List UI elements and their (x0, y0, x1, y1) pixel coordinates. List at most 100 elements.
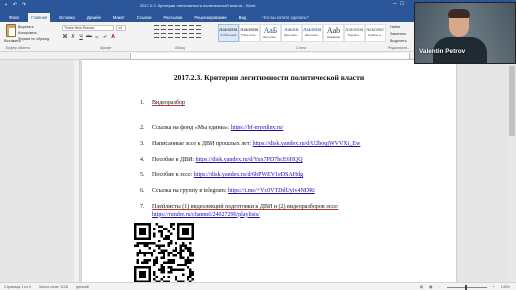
subscript-button[interactable]: x₂ (94, 34, 100, 40)
editing-group-label: Редактиров... (388, 46, 410, 50)
borders-icon[interactable] (196, 33, 201, 38)
font-format-row: Ж К Ч abc x₂ x² A (62, 34, 116, 40)
vertical-scrollbar[interactable] (508, 60, 516, 282)
bullets-icon[interactable] (154, 25, 159, 30)
status-bar: Страница 1 из 4 Число слов: 1128 русский… (0, 282, 516, 290)
style-normal[interactable]: АаБбВвГг ¶ Обычный (218, 24, 239, 42)
item-text: Написанные эссе к ДВИ прошлых лет: https… (152, 141, 442, 149)
item-link[interactable]: https://disk.yandex.ru/d/U2boqjWVVXi_Ew (253, 141, 361, 147)
item-link[interactable]: https://disk.yandex.ru/d/6bPWEV1eDSAHdg (194, 172, 303, 178)
status-left: Страница 1 из 4 Число слов: 1128 русский (4, 285, 89, 289)
style-subtle-emphasis[interactable]: АаБбВвГг Слабое в... (365, 24, 386, 42)
vertical-ruler[interactable] (74, 60, 80, 282)
ruler-text-area (130, 53, 410, 59)
item-link[interactable]: https://rutube.ru/channel/24027290/playl… (152, 212, 260, 218)
italic-button[interactable]: К (70, 34, 76, 40)
item-number: 4. (140, 157, 145, 163)
align-left-icon[interactable] (154, 33, 159, 38)
presenter-name: Valentin Petrov (419, 48, 466, 55)
shading-icon[interactable] (189, 33, 194, 38)
minimize-icon[interactable]: – (393, 1, 396, 7)
sort-icon[interactable] (189, 25, 194, 30)
style-name: ¶ Без инте... (240, 33, 259, 37)
item-label: Ссылка на группу в telegram: (152, 188, 228, 194)
font-color-icon[interactable]: A (110, 34, 116, 40)
item-number: 2. (140, 125, 145, 131)
print-layout-icon[interactable]: ▦ (429, 285, 432, 289)
line-spacing-icon[interactable] (182, 33, 187, 38)
replace-button[interactable]: Заменить (390, 32, 410, 36)
bold-button[interactable]: Ж (62, 34, 68, 40)
item-link[interactable]: https://t.me/+Vc0VTDdUyiv4NDRi (228, 188, 315, 194)
item-link[interactable]: https://bf-myediny.ru/ (231, 125, 283, 131)
numbering-icon[interactable] (161, 25, 166, 30)
tab-view[interactable]: Вид (236, 14, 250, 21)
style-heading-1[interactable]: АаБ Заголово... (260, 24, 281, 42)
webcam-overlay: Valentin Petrov (414, 2, 516, 64)
item-label: Ссылка на фонд «Мы едины»: (152, 125, 231, 131)
cut-button[interactable]: Вырезать (18, 25, 34, 29)
style-title[interactable]: Aab Название (323, 24, 344, 42)
copy-button[interactable]: Копировать (18, 31, 37, 35)
font-size-select[interactable]: 14 (116, 25, 126, 31)
editing-group: Найти Заменить Выделить (390, 25, 410, 46)
item-label[interactable]: Видеоразбор (152, 100, 185, 106)
style-heading-3[interactable]: АаБбВвГ Заголово... (302, 24, 323, 42)
scrollbar-thumb[interactable] (509, 66, 515, 136)
tab-mailings[interactable]: Рассылки (161, 14, 186, 21)
increase-indent-icon[interactable] (182, 25, 187, 30)
show-marks-icon[interactable] (196, 25, 201, 30)
tab-insert[interactable]: Вставка (56, 14, 78, 21)
style-name: Подзаго... (347, 33, 362, 37)
tab-file[interactable]: Файл (6, 14, 22, 21)
item-link[interactable]: https://disk.yandex.ru/d/Yux7PD7hcE6HQQ (196, 157, 303, 163)
tab-references[interactable]: Ссылки (134, 14, 155, 21)
select-button[interactable]: Выделить (390, 39, 410, 43)
align-center-icon[interactable] (161, 33, 166, 38)
item-text: Пособие к ДВИ: https://disk.yandex.ru/d/… (152, 157, 442, 165)
page-count[interactable]: Страница 1 из 4 (4, 285, 31, 289)
style-name: Заголово... (283, 33, 300, 37)
zoom-out-icon[interactable]: − (439, 285, 441, 289)
font-group-label: Шрифт (100, 46, 112, 50)
paste-icon[interactable] (6, 24, 16, 37)
superscript-button[interactable]: x² (102, 34, 108, 40)
style-heading-2[interactable]: АаБбВ Заголово... (281, 24, 302, 42)
language-indicator[interactable]: русский (76, 285, 89, 289)
window-controls: – □ (393, 1, 404, 7)
multilevel-list-icon[interactable] (168, 25, 173, 30)
decrease-indent-icon[interactable] (175, 25, 180, 30)
item-label: Пособие к эссе: (152, 172, 194, 178)
align-right-icon[interactable] (168, 33, 173, 38)
tab-review[interactable]: Рецензирование (191, 14, 229, 21)
style-name: Заголово... (262, 35, 279, 39)
strikethrough-button[interactable]: abc (86, 34, 92, 40)
zoom-slider[interactable] (446, 284, 487, 290)
underline-button[interactable]: Ч (78, 34, 84, 40)
find-button[interactable]: Найти (390, 25, 410, 29)
style-no-spacing[interactable]: АаБбВвГг ¶ Без инте... (239, 24, 260, 42)
style-name: ¶ Обычный (220, 33, 237, 37)
read-mode-icon[interactable]: ▤ (420, 285, 423, 289)
undo-icon[interactable]: ↶ (12, 2, 18, 8)
format-painter-button[interactable]: Формат по образцу (18, 37, 49, 41)
zoom-level[interactable]: 140% (501, 285, 510, 289)
style-name: Заголово... (304, 33, 321, 37)
clipboard-group-label: Буфер обмена (6, 46, 30, 50)
word-count[interactable]: Число слов: 1128 (39, 285, 68, 289)
document-page[interactable]: 2017.2.3. Критерии легитимности политиче… (82, 60, 456, 282)
zoom-in-icon[interactable]: + (493, 285, 495, 289)
redo-icon[interactable]: ↷ (21, 2, 27, 8)
tab-home[interactable]: Главная (28, 13, 51, 22)
font-name-select[interactable]: Times New Roman (62, 25, 114, 31)
tell-me-search[interactable]: Что вы хотите сделать? (259, 14, 311, 21)
style-subtitle[interactable]: АаБбВвГ Подзаго... (344, 24, 365, 42)
styles-group-label: Стили (296, 46, 307, 50)
tab-layout[interactable]: Макет (110, 14, 128, 21)
save-icon[interactable]: ▪ (3, 2, 9, 8)
justify-icon[interactable] (175, 33, 180, 38)
item-number: 1. (140, 100, 145, 106)
tab-design[interactable]: Дизайн (84, 14, 104, 21)
maximize-icon[interactable]: □ (400, 1, 404, 7)
style-name: Название (326, 35, 341, 39)
